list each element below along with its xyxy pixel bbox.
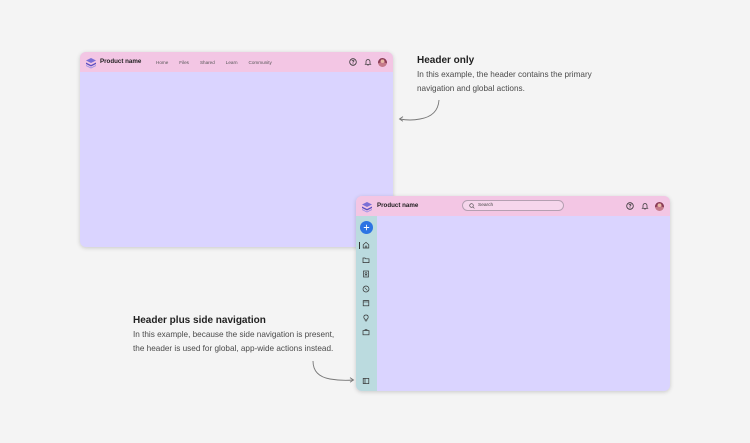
sidenav-item-explore[interactable] xyxy=(361,284,371,294)
global-actions xyxy=(620,200,664,212)
annotation-line: In this example, the header contains the… xyxy=(417,70,592,79)
sidenav-item-ideas[interactable] xyxy=(361,313,371,323)
header-only-example-frame: Product name Home Files Shared Learn Com… xyxy=(80,52,393,247)
annotation-title-header-only: Header only xyxy=(417,55,475,66)
folder-icon xyxy=(362,257,370,263)
product-name[interactable]: Product name xyxy=(377,196,418,216)
annotation-description-header-only: In this example, the header contains the… xyxy=(417,68,622,96)
sidenav-item-calendar[interactable] xyxy=(361,298,371,308)
certificate-icon xyxy=(363,270,369,278)
global-actions xyxy=(343,56,387,68)
arrow-to-header-only-icon xyxy=(398,99,440,122)
search-field[interactable]: Search xyxy=(462,200,564,211)
arrow-to-sidenav-icon xyxy=(312,360,355,383)
help-icon[interactable] xyxy=(625,201,635,211)
briefcase-icon xyxy=(362,329,370,336)
add-button[interactable] xyxy=(360,221,373,234)
user-avatar[interactable] xyxy=(378,57,387,67)
primary-navigation: Home Files Shared Learn Community xyxy=(156,52,283,72)
header-plus-sidenav-example-frame: Product name Search xyxy=(356,196,670,391)
bell-icon[interactable] xyxy=(640,201,650,211)
sidenav-item-home[interactable] xyxy=(361,240,371,250)
bell-icon[interactable] xyxy=(363,57,373,67)
nav-home[interactable]: Home xyxy=(156,60,168,65)
panel-toggle-icon xyxy=(362,378,370,384)
nav-learn[interactable]: Learn xyxy=(226,60,238,65)
search-icon xyxy=(469,202,475,209)
annotation-line: In this example, because the side naviga… xyxy=(133,330,335,339)
annotation-description-header-plus-sidenav: In this example, because the side naviga… xyxy=(133,328,358,356)
home-icon xyxy=(362,241,370,249)
nav-shared[interactable]: Shared xyxy=(200,60,215,65)
side-navigation xyxy=(356,216,377,391)
calendar-icon xyxy=(362,300,370,307)
sidenav-item-certificates[interactable] xyxy=(361,269,371,279)
annotation-title-header-plus-sidenav: Header plus side navigation xyxy=(133,315,266,326)
help-icon[interactable] xyxy=(348,57,358,67)
annotation-line: the header is used for global, app-wide … xyxy=(133,344,334,353)
annotation-line: navigation and global actions. xyxy=(417,84,525,93)
nav-files[interactable]: Files xyxy=(179,60,189,65)
app-header: Product name Home Files Shared Learn Com… xyxy=(80,52,393,72)
search-placeholder: Search xyxy=(478,203,494,208)
product-name[interactable]: Product name xyxy=(100,52,141,72)
sidenav-item-files[interactable] xyxy=(361,255,371,265)
sidenav-collapse-toggle[interactable] xyxy=(361,376,371,386)
explore-icon xyxy=(362,285,370,293)
app-header: Product name Search xyxy=(356,196,670,216)
active-indicator xyxy=(359,242,360,249)
product-logo-icon[interactable] xyxy=(361,200,373,213)
nav-community[interactable]: Community xyxy=(249,60,272,65)
add-icon xyxy=(363,224,370,231)
lightbulb-icon xyxy=(363,314,369,322)
product-logo-icon[interactable] xyxy=(85,56,97,69)
sidenav-item-projects[interactable] xyxy=(361,327,371,337)
user-avatar[interactable] xyxy=(655,201,664,211)
